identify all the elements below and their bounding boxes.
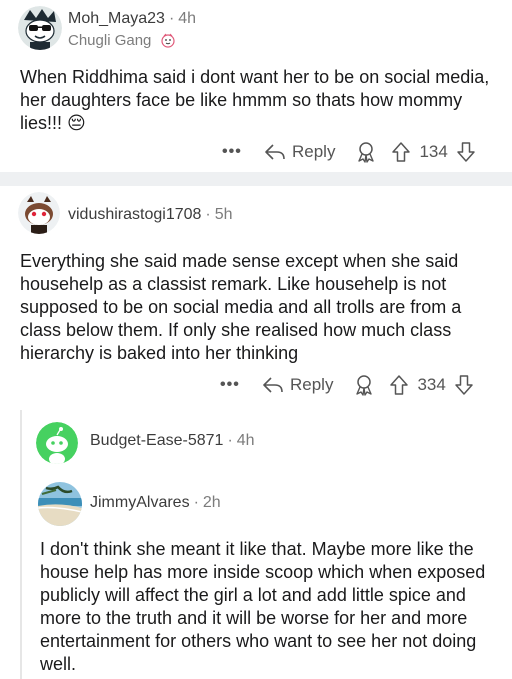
avatar-snoo-mascot[interactable] [18, 192, 60, 234]
award-icon [353, 374, 375, 396]
avatar-snoo-green[interactable] [36, 422, 78, 464]
downvote-icon [456, 141, 476, 163]
comment-3: Budget-Ease-5871 · 4h [0, 416, 512, 466]
comment-2: vidushirastogi1708 · 5h Everything she sai… [0, 186, 512, 406]
comment-2-username[interactable]: vidushirastogi1708 [68, 206, 201, 223]
award-button[interactable] [355, 141, 377, 163]
comment-2-body: Everything she said made sense except wh… [20, 251, 462, 363]
comment-1: Moh_Maya23 · 4h Chugli Gang When Riddhima … [0, 0, 512, 178]
downvote-button[interactable] [454, 374, 474, 396]
reply-label: Reply [290, 375, 334, 394]
comment-4-username[interactable]: JimmyAlvares [90, 494, 190, 511]
comment-1-flair: Chugli Gang [68, 32, 176, 52]
separator-dot: · [227, 432, 233, 449]
comment-1-body: When Riddhima said i dont want her to be… [20, 67, 490, 133]
comment-4-time: 2h [202, 494, 221, 511]
comment-4: JimmyAlvares · 2h I don't think she meant … [0, 482, 512, 679]
comment-4-body: I don't think she meant it like that. Ma… [40, 539, 486, 674]
upvote-icon [391, 141, 411, 163]
separator-dot: · [168, 10, 175, 27]
more-icon[interactable]: ••• [222, 143, 242, 161]
reply-button[interactable]: Reply [264, 142, 335, 162]
flair-emoji-icon [160, 32, 176, 52]
flair-label: Chugli Gang [68, 32, 152, 49]
reply-arrow-icon [264, 142, 286, 162]
upvote-button[interactable] [391, 141, 411, 163]
upvote-button[interactable] [389, 374, 409, 396]
avatar-beach-photo[interactable] [38, 482, 82, 526]
comment-3-header: Budget-Ease-5871 · 4h [90, 432, 255, 450]
award-button[interactable] [353, 374, 375, 396]
upvote-icon [389, 374, 409, 396]
downvote-button[interactable] [456, 141, 476, 163]
comment-2-actions: ••• Reply 334 [220, 372, 474, 398]
reply-label: Reply [292, 142, 336, 161]
avatar-snoo-sunglasses[interactable] [18, 6, 62, 50]
comment-divider [0, 172, 512, 186]
more-icon[interactable]: ••• [220, 376, 240, 394]
vote-count: 334 [417, 375, 446, 394]
separator-dot: · [193, 494, 199, 511]
vote-count: 134 [419, 142, 448, 161]
comment-2-time: 5h [214, 206, 233, 223]
award-icon [355, 141, 377, 163]
comment-1-time: 4h [178, 10, 197, 27]
comment-3-time: 4h [236, 432, 255, 449]
comment-1-actions: ••• Reply 134 [222, 139, 476, 165]
downvote-icon [454, 374, 474, 396]
comment-1-header: Moh_Maya23 · 4h [68, 10, 196, 28]
comment-2-header: vidushirastogi1708 · 5h [68, 206, 233, 224]
separator-dot: · [205, 206, 211, 223]
reply-arrow-icon [262, 375, 284, 395]
reply-button[interactable]: Reply [262, 375, 333, 395]
comment-4-header: JimmyAlvares · 2h [90, 494, 221, 512]
comment-1-username[interactable]: Moh_Maya23 [68, 10, 165, 27]
comment-3-username[interactable]: Budget-Ease-5871 [90, 432, 223, 449]
